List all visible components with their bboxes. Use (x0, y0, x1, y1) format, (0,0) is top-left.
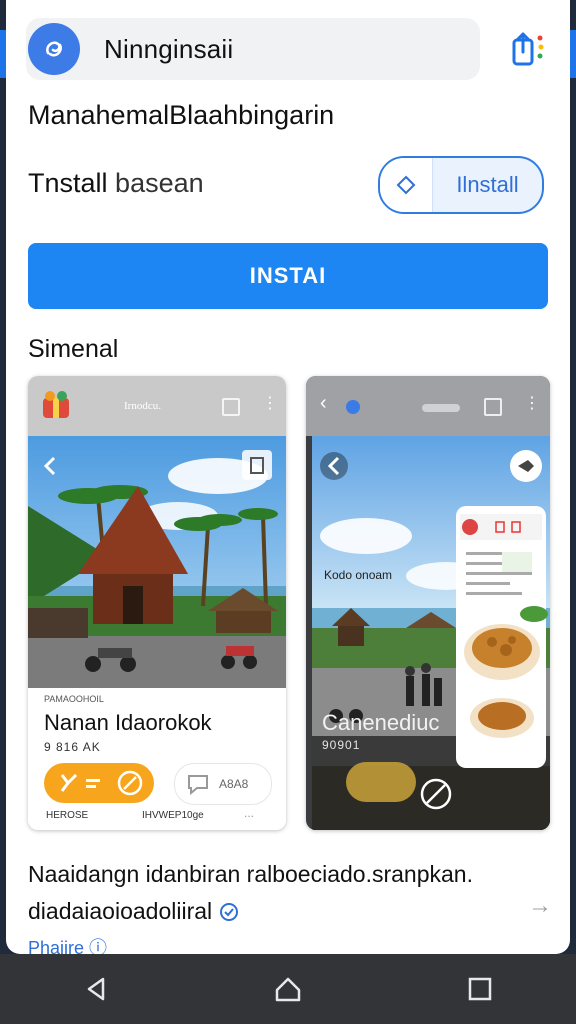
address-text: Ninnginsaii (104, 33, 234, 64)
card-footer-mid: IHVWEP10ge (142, 810, 204, 821)
order-button[interactable] (44, 763, 154, 803)
arrow-right-icon[interactable]: → (528, 892, 552, 920)
card-header: ‹ ⋮ (306, 376, 550, 436)
chat-text: A8A8 (219, 777, 249, 791)
install-row: Tnstall basean (28, 168, 204, 199)
install-outline-button[interactable]: Ilnstall (378, 156, 544, 214)
description-line-2-row: diadaiaoioadoliiral (28, 893, 558, 930)
address-bar[interactable]: Ninnginsaii (26, 18, 480, 80)
diamond-icon (380, 158, 433, 212)
app-title: ManahemalBlaahbingarin (28, 100, 335, 130)
card-name: Nanan Idaorokok (44, 710, 212, 735)
chat-icon (188, 775, 208, 796)
card-footer-right: ... (244, 806, 255, 820)
order-icons (60, 770, 143, 796)
more-link[interactable]: Phaiire ⓘ (28, 934, 107, 954)
description-line-2: diadaiaoioadoliiral (28, 898, 213, 924)
handle-pill (422, 404, 460, 412)
bookmark-icon[interactable] (222, 398, 240, 416)
card-header-title: Irnodcu. (124, 400, 161, 412)
card-header: Irnodcu. ⋮ (28, 376, 286, 436)
card-meta: 9 816 AK (44, 740, 101, 754)
install-label: Tnstall (28, 168, 108, 198)
village-photo (28, 436, 286, 688)
install-sublabel: basean (115, 168, 204, 198)
card-caption: Kodo onoam (324, 568, 393, 582)
status-dot-icon (346, 400, 360, 414)
primary-install-button[interactable]: INSTAI (28, 243, 548, 309)
chat-button[interactable]: A8A8 (174, 763, 272, 805)
more-vert-icon[interactable]: ⋮ (262, 396, 278, 412)
beach-and-food-photo (312, 436, 550, 830)
edge-accent-right (570, 30, 576, 78)
home-icon (275, 977, 301, 1002)
description-line-1: Naaidangn idanbiran ralboeciado.sranpkan… (28, 861, 473, 887)
screenshot-card-1[interactable]: Irnodcu. ⋮ PAMAOOHOIL Nanan Idaorokok 9 … (28, 376, 286, 830)
bookmark-icon[interactable] (484, 398, 502, 416)
more-link-label: Phaiire (28, 938, 85, 954)
install-outline-label: Ilnstall (456, 172, 519, 197)
card-info: PAMAOOHOIL Nanan Idaorokok 9 816 AK A8A8… (28, 688, 286, 830)
verified-icon (220, 902, 239, 921)
card-footer-left: HEROSE (46, 810, 89, 821)
description: Naaidangn idanbiran ralboeciado.sranpkan… (28, 856, 558, 930)
nav-home-button[interactable] (258, 959, 318, 1019)
section-title: Simenal (28, 335, 119, 363)
edge-accent-left (0, 30, 6, 78)
site-logo-icon (28, 23, 80, 75)
card-small-label: PAMAOOHOIL (44, 694, 104, 704)
back-icon[interactable]: ‹ (320, 392, 327, 415)
card-name: Canenediuc (322, 710, 440, 735)
screenshot-card-2[interactable]: ‹ ⋮ Kodo onoam Canenediuc 90901 (306, 376, 550, 830)
share-button[interactable] (506, 28, 550, 72)
nav-recents-button[interactable] (450, 959, 510, 1019)
system-nav-bar (0, 954, 576, 1024)
share-icon (512, 32, 544, 66)
gift-app-icon (43, 391, 69, 418)
card-meta: 90901 (322, 738, 361, 752)
back-triangle-icon (87, 977, 105, 1001)
more-vert-icon[interactable]: ⋮ (524, 396, 540, 412)
info-icon: ⓘ (89, 938, 108, 954)
nav-back-button[interactable] (66, 959, 126, 1019)
recents-square-icon (468, 977, 492, 1001)
app-store-sheet: Ninnginsaii ManahemalBlaahbingarin Tnsta… (6, 0, 570, 954)
